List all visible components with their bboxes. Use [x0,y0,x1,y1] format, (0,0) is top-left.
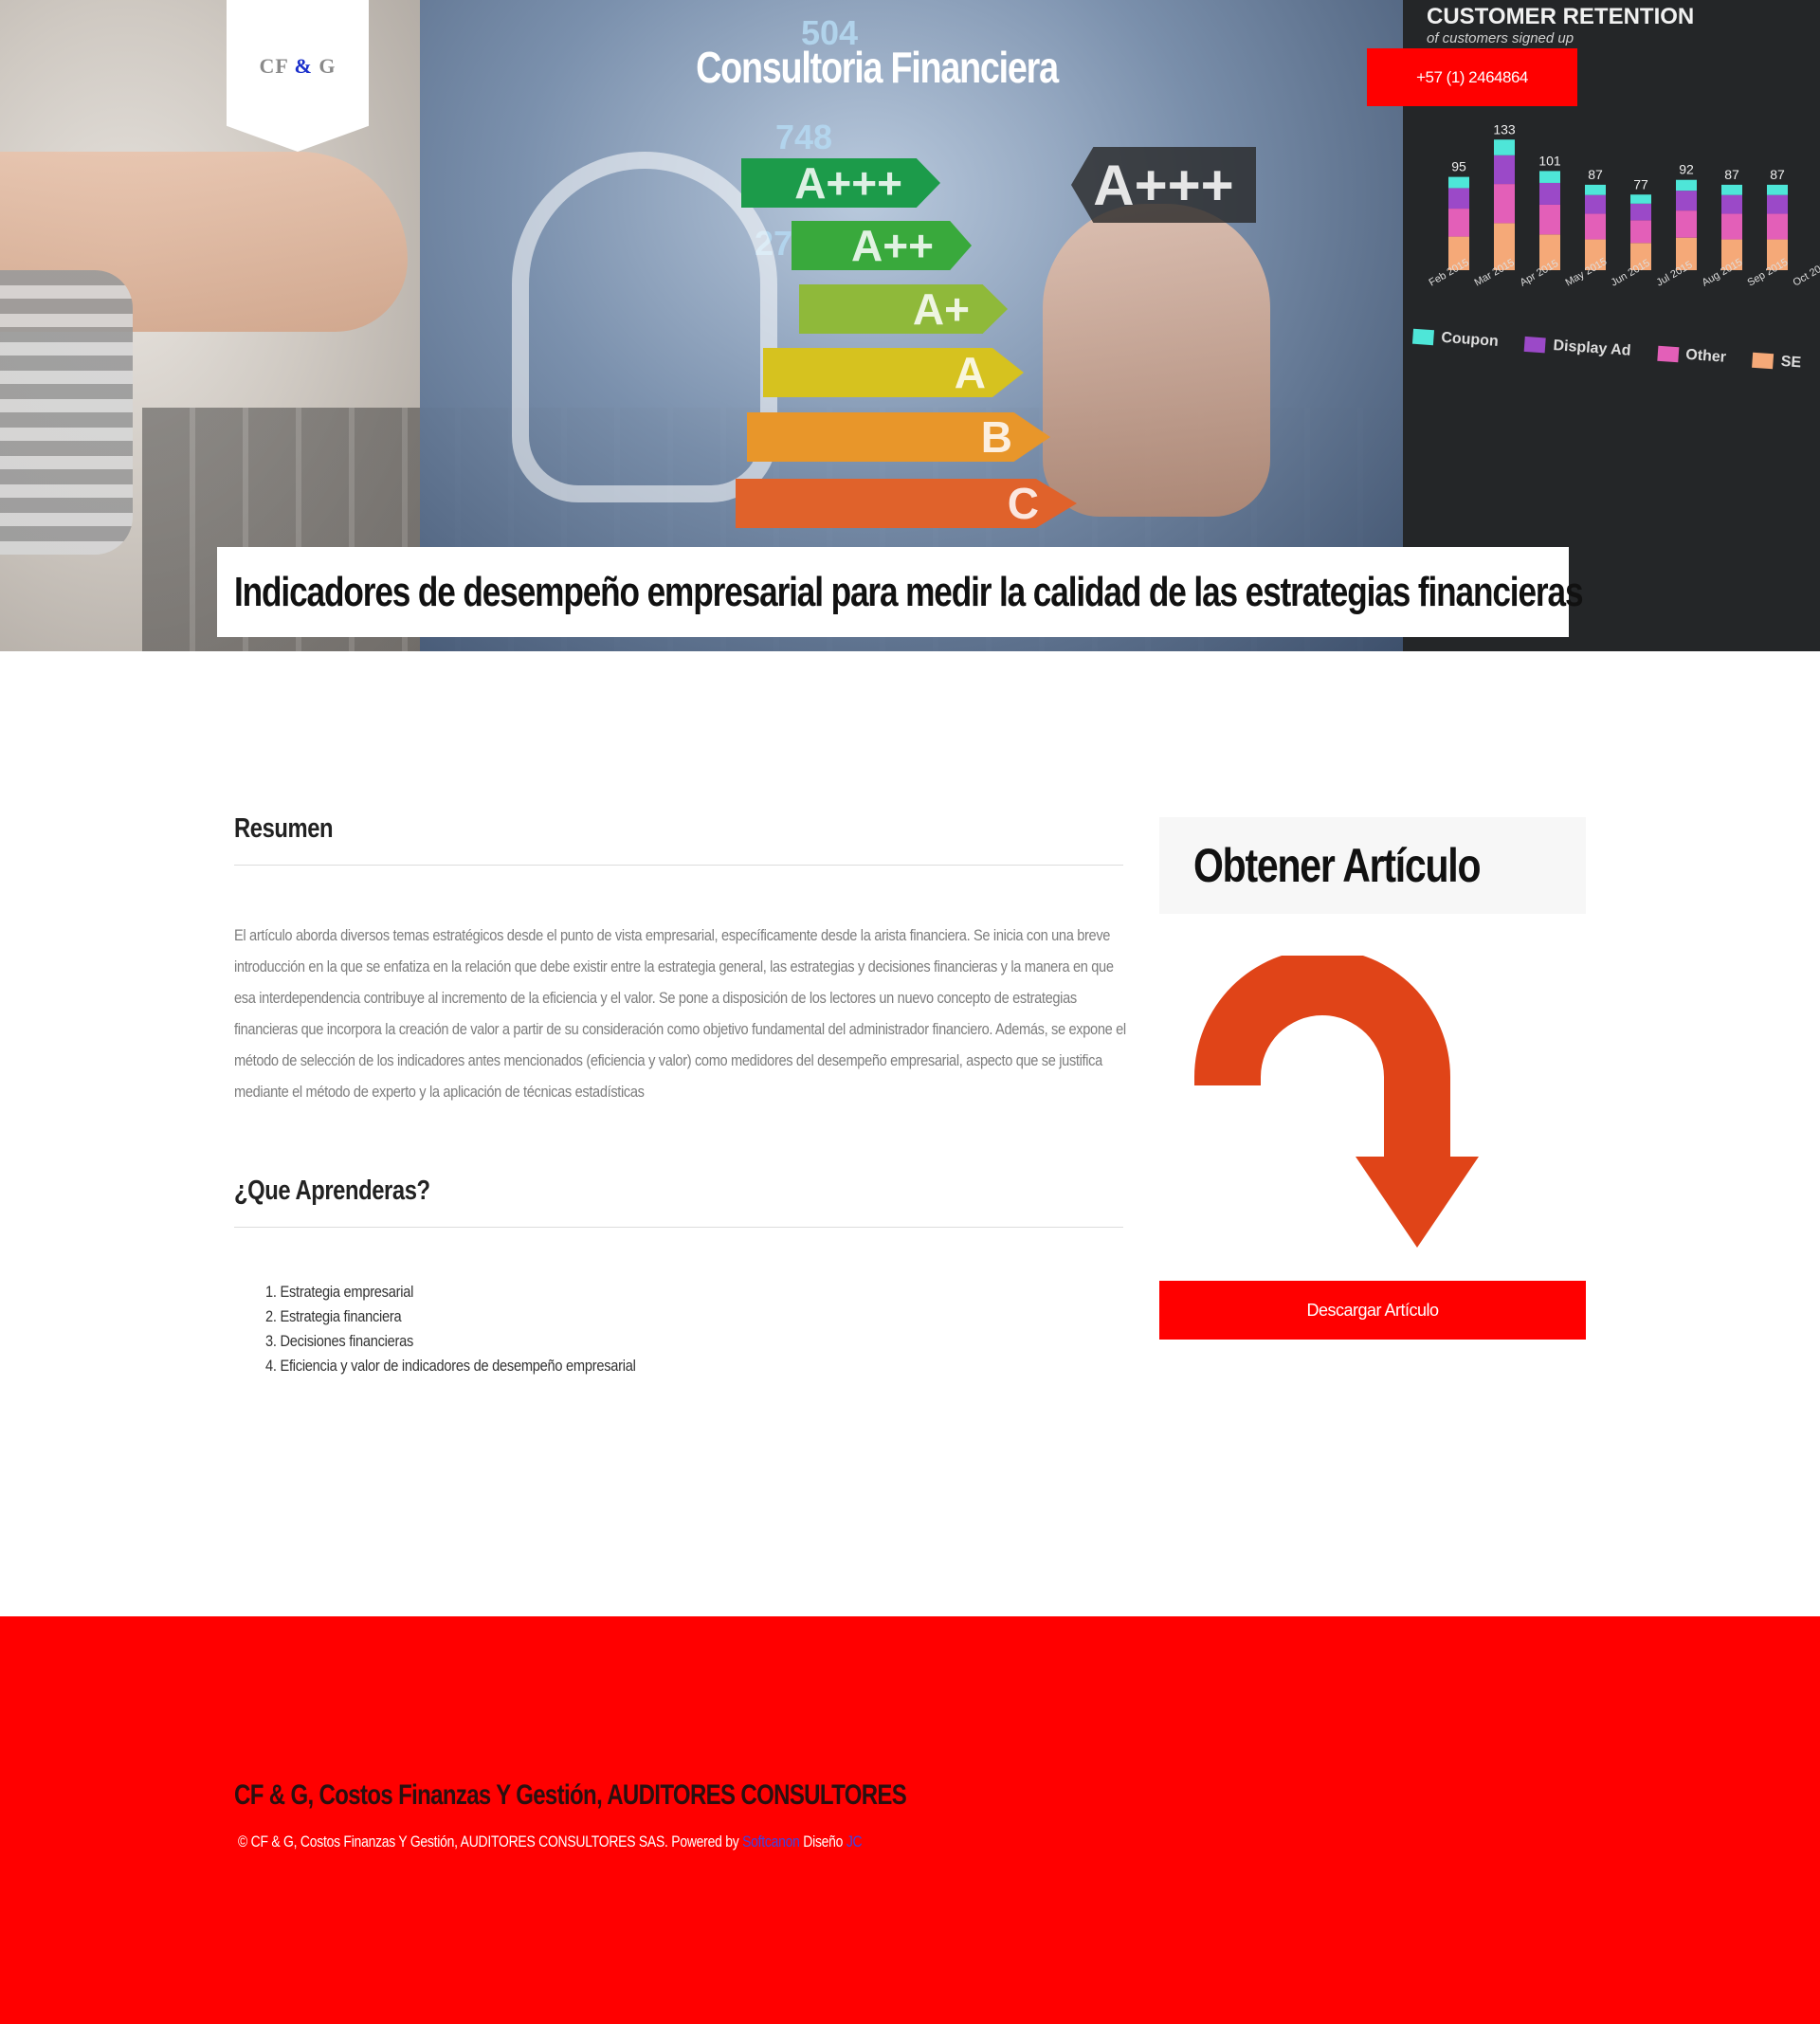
footer: CF & G, Costos Finanzas Y Gestión, AUDIT… [0,1616,1820,2024]
divider [234,1227,1123,1228]
list-item: 2. Estrategia financiera [265,1307,402,1325]
chart-category-label: Apr 2015 [1519,258,1561,289]
chart-bar-segment [1494,184,1515,224]
chart-bar-segment [1494,155,1515,185]
energy-rating-bar: A+ [799,284,1008,334]
site-title: Consultoria Financiera [696,43,1059,92]
site-logo[interactable]: CF & G [227,0,369,152]
list-item: 3. Decisiones financieras [265,1332,414,1350]
energy-rating-bar: A [763,348,1024,397]
resumen-paragraph: El artículo aborda diversos temas estrat… [234,926,1126,1101]
designer-link[interactable]: JC [846,1833,863,1851]
chart-bar-segment [1721,194,1742,214]
legend-label: SE [1780,353,1802,372]
chart-bar-segment [1676,179,1697,191]
chart-category-label: Jul 2015 [1655,259,1695,288]
download-article-button[interactable]: Descargar Artículo [1159,1281,1586,1340]
chart-value-label: 77 [1633,176,1648,191]
chart-value-label: 92 [1679,162,1694,177]
chart-bar-segment [1767,194,1788,214]
logo-ampersand: & [294,54,313,78]
chart-title: CUSTOMER RETENTION [1427,4,1695,29]
lightbulb-icon [512,152,777,502]
chart-value-label: 87 [1588,167,1603,182]
chart-bar-segment [1585,194,1606,214]
chart-bar-segment [1630,220,1651,244]
phone-button[interactable]: +57 (1) 2464864 [1367,48,1577,106]
chart-bar-segment [1676,210,1697,238]
learning-list: 1. Estrategia empresarial 2. Estrategia … [265,1280,696,1378]
energy-rating-bar: B [747,412,1050,462]
design-label: Diseño [799,1833,846,1851]
chart-value-label: 95 [1451,159,1466,174]
legend-item: SE [1752,352,1802,373]
logo-text: CF & G [260,54,337,79]
list-item: 4. Eficiencia y valor de indicadores de … [265,1357,636,1375]
hero-headline-box: Indicadores de desempeño empresarial par… [217,547,1584,637]
footer-title: CF & G, Costos Finanzas Y Gestión, AUDIT… [234,1779,907,1811]
curved-down-arrow-icon [1194,956,1479,1248]
chart-bar-segment [1676,191,1697,211]
chart-subtitle: of customers signed up [1427,30,1574,46]
chart-bar-segment [1448,188,1469,210]
chart-bar-segment [1539,171,1560,183]
divider [234,865,1123,866]
chart-value-label: 133 [1493,121,1516,137]
chart-value-label: 87 [1770,167,1785,182]
softcanon-link[interactable]: Softcanon [742,1833,800,1851]
chart-bar-segment [1585,213,1606,240]
chart-bar-segment [1448,209,1469,237]
chart-category-label: Oct 2015 [1792,258,1820,289]
chart-bar-segment [1767,184,1788,195]
hero-banner: 504 748 271 A+++ A++ A+ A B C A+++ CUSTO… [0,0,1820,651]
map-number: 748 [775,118,833,156]
chart-bar-segment [1539,182,1560,205]
logo-part-g: G [318,54,337,78]
energy-rating-bar: A++ [792,221,972,270]
chart-bar-segment [1630,194,1651,204]
chart-bar-segment [1630,203,1651,221]
resumen-heading: Resumen [234,813,334,844]
aprenderas-heading: ¿Que Aprenderas? [234,1176,430,1206]
page-headline: Indicadores de desempeño empresarial par… [234,568,1584,615]
energy-rating-bar: A+++ [741,158,940,208]
chart-bar-segment [1721,213,1742,240]
energy-rating-bar: C [736,479,1077,528]
chart-bar-segment [1585,184,1606,195]
obtener-articulo-title: Obtener Artículo [1193,839,1482,892]
chart-bar-segment [1539,204,1560,235]
footer-copyright: © CF & G, Costos Finanzas Y Gestión, AUD… [238,1833,863,1851]
obtener-articulo-box: Obtener Artículo [1159,817,1586,914]
legend-label: Other [1684,346,1727,366]
chart-bar-segment [1494,139,1515,155]
list-item: 1. Estrategia empresarial [265,1283,414,1301]
chart-bar-segment [1721,184,1742,195]
chart-value-label: 101 [1538,153,1561,168]
logo-part-cf: CF [259,54,289,78]
hero-photo-hand [1043,204,1270,517]
hero-photo-watch [0,270,133,555]
resumen-text: El artículo aborda diversos temas estrat… [234,920,1126,1107]
customer-retention-chart: 95133101877792 87 87Feb 2015 Mar 2015 Apr 20… [1428,121,1820,289]
chart-bar-segment [1448,176,1469,189]
selected-rating-box: A+++ [1071,147,1256,223]
copyright-text: © CF & G, Costos Finanzas Y Gestión, AUD… [238,1833,743,1851]
chart-bar-segment [1767,213,1788,240]
chart-value-label: 87 [1724,167,1739,182]
